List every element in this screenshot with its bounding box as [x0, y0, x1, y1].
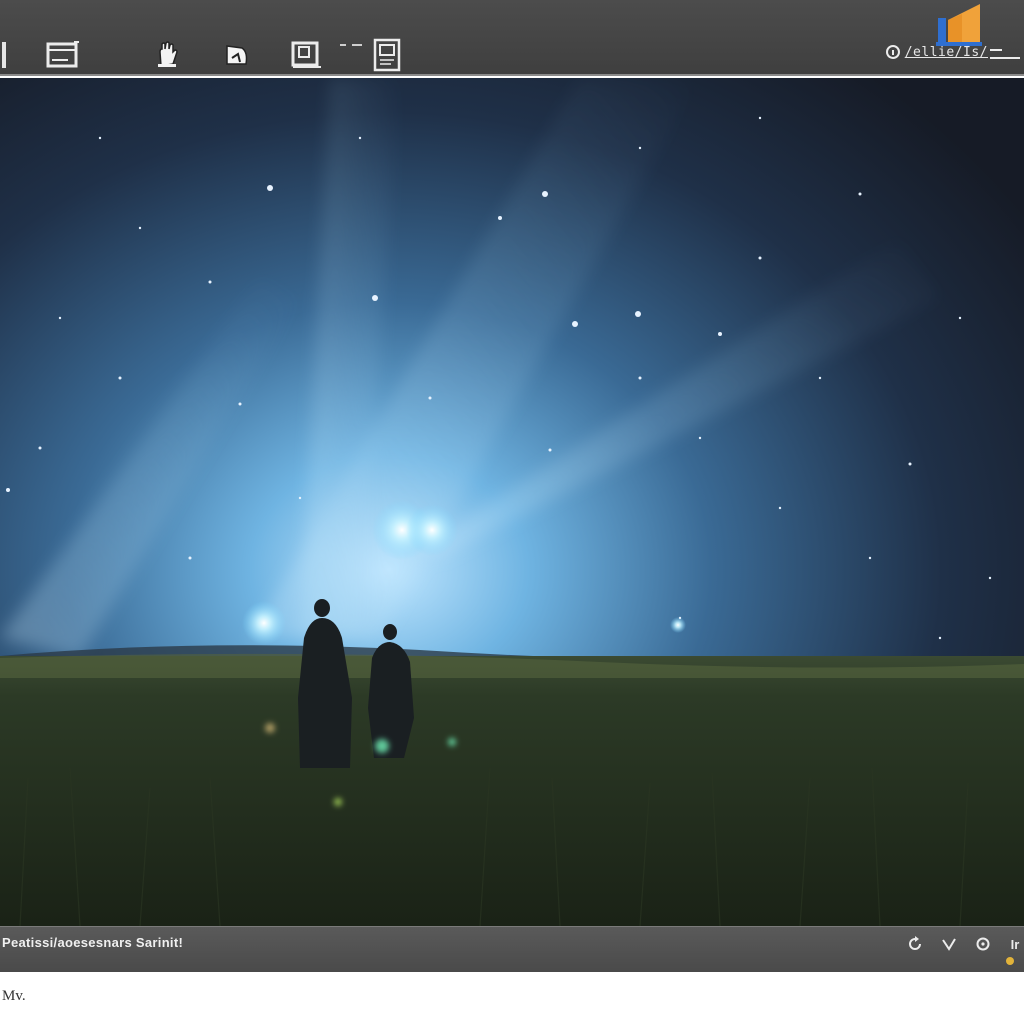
frame-tool-button[interactable]	[290, 38, 324, 72]
more-label: Ir	[1010, 936, 1020, 952]
render-viewport[interactable]	[0, 78, 1024, 926]
window-tool-button[interactable]	[46, 38, 80, 72]
separator-dash	[334, 40, 368, 50]
night-field-scene	[0, 78, 1024, 926]
page-tool-button[interactable]	[370, 38, 404, 72]
window-icon	[46, 41, 79, 68]
statusbar-icons: Ir	[892, 933, 1024, 955]
refresh-icon	[909, 936, 921, 950]
bottom-statusbar: Peatissi/aoesesnars Sarinit! Ir	[0, 926, 1024, 972]
pointer-tool-button[interactable]	[220, 38, 254, 72]
frame-icon	[291, 41, 321, 68]
hand-icon	[158, 41, 178, 67]
pointer-icon	[226, 45, 248, 65]
footer-text: Mv.	[2, 988, 26, 1004]
refresh-button[interactable]	[904, 933, 926, 955]
more-button[interactable]: Ir	[1006, 933, 1024, 955]
footer-area: Mv.	[0, 972, 1024, 1024]
settings-button[interactable]	[972, 933, 994, 955]
check-button[interactable]	[938, 933, 960, 955]
info-icon[interactable]	[885, 42, 901, 62]
status-indicator-dot	[1006, 957, 1014, 965]
check-icon	[942, 938, 956, 951]
underline-mark	[990, 49, 1020, 59]
hand-tool-button[interactable]	[150, 38, 184, 72]
app-window: /ellie/Is/ Peatissi/aoesesnars Sarinit! …	[0, 0, 1024, 1024]
page-icon	[373, 38, 401, 72]
app-logo	[936, 4, 982, 46]
top-toolbar: /ellie/Is/	[0, 0, 1024, 76]
settings-icon	[976, 937, 990, 951]
render-caption: Peatissi/aoesesnars Sarinit!	[2, 935, 184, 950]
panel-edge-handle[interactable]	[0, 38, 10, 72]
